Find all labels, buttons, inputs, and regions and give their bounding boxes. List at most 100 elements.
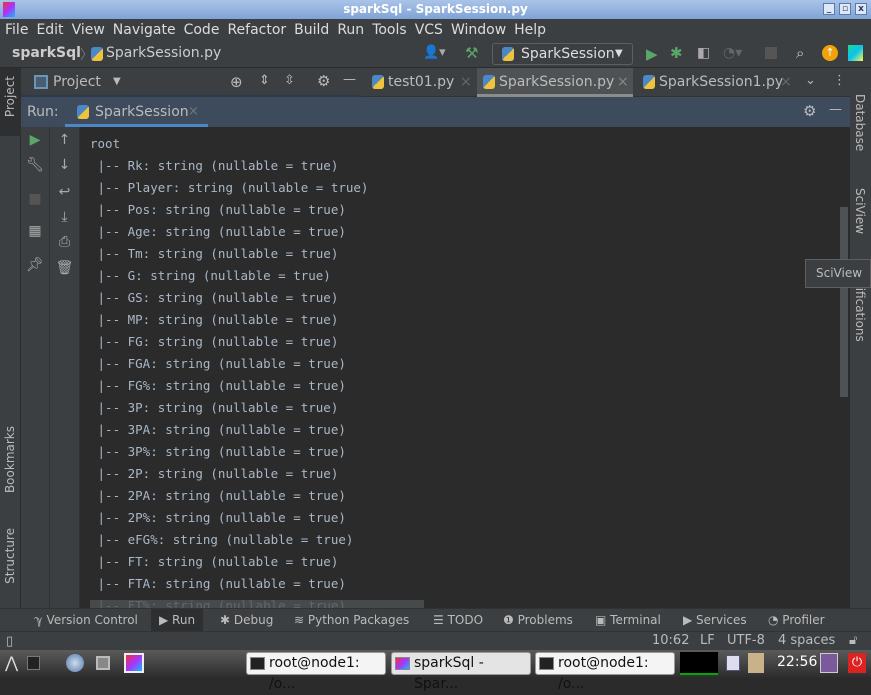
power-icon[interactable]: ⏻ xyxy=(848,653,866,673)
database-tool-tab[interactable]: Database xyxy=(853,94,867,151)
run-config-select[interactable]: SparkSession ▼ xyxy=(492,43,633,65)
collapse-all-icon[interactable]: ⇳ xyxy=(284,73,295,88)
tab-run[interactable]: ▶ Run xyxy=(151,609,204,632)
close-button[interactable]: x xyxy=(855,3,867,15)
breadcrumb-project[interactable]: sparkSql xyxy=(12,45,81,61)
menu-refactor[interactable]: Refactor xyxy=(227,22,286,38)
browser-icon[interactable] xyxy=(66,654,84,672)
bookmarks-tool-tab[interactable]: Bookmarks xyxy=(3,426,17,493)
clipboard-icon[interactable] xyxy=(748,653,764,673)
debug-icon[interactable]: ✱ xyxy=(670,44,683,62)
maximize-button[interactable]: ▫ xyxy=(839,3,851,15)
task-terminal-2[interactable]: root@node1: /o... xyxy=(535,652,675,692)
run-tab-sparksession[interactable]: SparkSession × xyxy=(65,97,208,127)
tab-sparksession[interactable]: SparkSession.py × xyxy=(477,68,633,97)
tab-label: Profiler xyxy=(782,613,825,627)
indent-setting[interactable]: 4 spaces xyxy=(778,632,835,650)
breadcrumb-file[interactable]: SparkSession.py xyxy=(106,45,221,61)
caret-position[interactable]: 10:62 xyxy=(652,632,689,650)
close-tab-icon[interactable]: × xyxy=(617,68,629,96)
pycharm-launcher-icon[interactable] xyxy=(124,653,144,673)
vertical-scrollbar[interactable] xyxy=(840,207,848,397)
arrow-up-icon[interactable]: ↑ xyxy=(50,132,79,148)
stop-icon[interactable]: ■ xyxy=(21,191,49,207)
menu-window[interactable]: Window xyxy=(451,22,506,38)
wrench-icon[interactable]: 🔧︎ xyxy=(21,157,49,173)
project-view-select[interactable]: Project xyxy=(53,74,101,90)
menu-vcs[interactable]: VCS xyxy=(415,22,443,38)
network-icon[interactable] xyxy=(726,655,740,671)
search-icon[interactable]: ⌕ xyxy=(796,44,804,62)
run-icon[interactable]: ▶ xyxy=(646,45,658,63)
soft-wrap-icon[interactable]: ↩ xyxy=(50,184,79,200)
hide-icon[interactable]: — xyxy=(343,72,356,87)
tab-profiler[interactable]: ◔ Profiler xyxy=(768,609,825,632)
sciview-tool-tab[interactable]: SciView xyxy=(853,188,867,234)
menu-view[interactable]: View xyxy=(72,22,105,38)
menu-tools[interactable]: Tools xyxy=(372,22,407,38)
coverage-icon[interactable]: ◧ xyxy=(697,45,710,61)
tab-todo[interactable]: ☰ TODO xyxy=(433,609,483,632)
hide-icon[interactable]: — xyxy=(829,102,842,117)
menu-code[interactable]: Code xyxy=(184,22,220,38)
menu-run[interactable]: Run xyxy=(337,22,364,38)
project-view-icon xyxy=(34,75,48,89)
close-tab-icon[interactable]: × xyxy=(780,68,792,96)
lock-screen-icon[interactable] xyxy=(820,653,838,673)
minimize-button[interactable]: _ xyxy=(823,3,835,15)
console-line: |-- Age: string (nullable = true) xyxy=(90,224,346,239)
terminal-launcher-icon[interactable] xyxy=(27,656,40,670)
menu-help[interactable]: Help xyxy=(514,22,546,38)
tab-sparksession1[interactable]: SparkSession1.py × xyxy=(637,68,797,97)
close-run-tab-icon[interactable]: × xyxy=(188,104,199,119)
structure-tool-tab[interactable]: Structure xyxy=(3,528,17,584)
start-menu-icon[interactable]: ⋀ xyxy=(5,653,18,672)
horizontal-scrollbar[interactable] xyxy=(90,600,424,608)
tabs-dropdown-icon[interactable]: ⌄ xyxy=(805,73,816,88)
scroll-to-end-icon[interactable]: ⤓ xyxy=(50,209,79,225)
tab-version-control[interactable]: ℽ Version Control xyxy=(34,609,138,632)
menu-navigate[interactable]: Navigate xyxy=(113,22,176,38)
close-tab-icon[interactable]: × xyxy=(460,68,472,96)
tab-services[interactable]: ▶ Services xyxy=(683,609,747,632)
notifications-tool-tab[interactable]: tifications xyxy=(853,283,867,342)
layout-icon[interactable]: ▦ xyxy=(21,223,49,239)
stop-icon[interactable] xyxy=(765,47,777,59)
tab-problems[interactable]: ❶ Problems xyxy=(503,609,573,632)
locate-icon[interactable]: ⊕ xyxy=(230,73,243,91)
profile-icon[interactable]: ◔▾ xyxy=(723,45,742,61)
lock-icon[interactable]: 🔓︎ xyxy=(849,632,857,650)
taskbar: ⋀ root@node1: /o... sparkSql - Spar... r… xyxy=(0,650,871,692)
menu-build[interactable]: Build xyxy=(294,22,329,38)
gear-icon[interactable]: ⚙ xyxy=(803,102,816,120)
menu-edit[interactable]: Edit xyxy=(36,22,63,38)
project-tool-tab[interactable]: Project xyxy=(0,68,21,136)
console-output[interactable]: root |-- Rk: string (nullable = true) |-… xyxy=(80,127,850,608)
tab-python-packages[interactable]: ≋ Python Packages xyxy=(294,609,409,632)
hammer-build-icon[interactable]: ⚒ xyxy=(465,44,478,62)
clock[interactable]: 22:56 xyxy=(777,654,817,670)
task-pycharm[interactable]: sparkSql - Spar... xyxy=(391,652,531,692)
arrow-down-icon[interactable]: ↓ xyxy=(50,157,79,173)
windows-icon[interactable] xyxy=(96,656,110,670)
user-icon[interactable]: 👤▾ xyxy=(423,45,446,60)
tab-test01[interactable]: test01.py × xyxy=(366,68,476,97)
menu-file[interactable]: File xyxy=(5,22,28,38)
rerun-icon[interactable]: ▶ xyxy=(21,132,49,148)
gear-icon[interactable]: ⚙ xyxy=(317,72,330,90)
tab-terminal[interactable]: ▣ Terminal xyxy=(595,609,661,632)
file-encoding[interactable]: UTF-8 xyxy=(727,632,765,650)
line-separator[interactable]: LF xyxy=(700,632,715,650)
task-terminal-1[interactable]: root@node1: /o... xyxy=(246,652,386,692)
pin-icon[interactable]: 📌︎ xyxy=(21,257,49,273)
more-options-icon[interactable]: ⋮ xyxy=(833,73,846,88)
expand-all-icon[interactable]: ⇕ xyxy=(259,73,270,88)
toggle-tool-windows-icon[interactable]: ▯ xyxy=(6,633,13,651)
print-icon[interactable]: ⎙ xyxy=(50,234,79,250)
trash-icon[interactable]: 🗑︎ xyxy=(50,260,79,276)
chevron-down-icon[interactable]: ▼ xyxy=(113,76,121,87)
tab-debug[interactable]: ✱ Debug xyxy=(220,609,273,632)
tab-label: test01.py xyxy=(388,74,455,90)
jetbrains-icon[interactable] xyxy=(848,45,863,61)
update-icon[interactable]: ↑ xyxy=(822,45,838,61)
